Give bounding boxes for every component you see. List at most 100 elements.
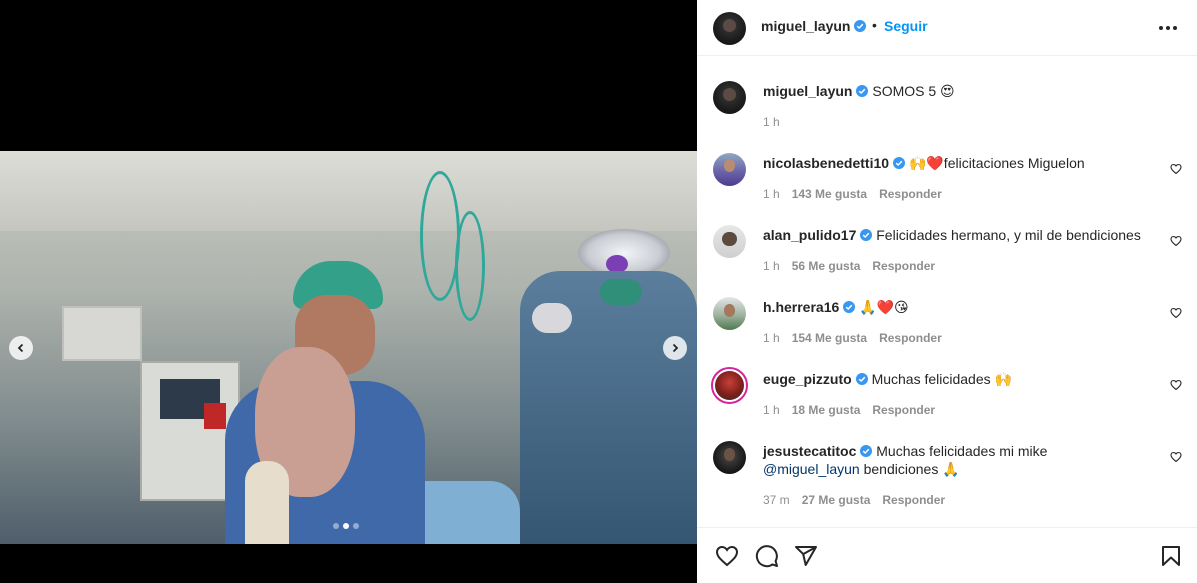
comment-line: jesustecatitoc Muchas felicidades mi mik…	[763, 442, 1047, 460]
comment-username-text: jesustecatitoc	[763, 443, 857, 459]
carousel-next-button[interactable]	[663, 336, 687, 360]
comment-likes[interactable]: 18 Me gusta	[792, 403, 861, 417]
verified-badge-icon	[860, 445, 873, 457]
verified-badge-icon	[855, 373, 868, 385]
comment-time[interactable]: 1 h	[763, 187, 780, 201]
comment-avatar[interactable]	[713, 153, 746, 186]
comment-reply-button[interactable]: Responder	[879, 187, 942, 201]
comment-like-heart-icon[interactable]	[1170, 163, 1182, 175]
verified-badge-icon	[860, 229, 873, 241]
comment-meta: 1 h 143 Me gusta Responder	[763, 187, 942, 201]
follow-button[interactable]: Seguir	[884, 18, 928, 34]
comment-username-text: euge_pizzuto	[763, 371, 852, 387]
photo-ceiling	[0, 151, 697, 231]
post-photo[interactable]	[0, 151, 697, 544]
comment-like-heart-icon[interactable]	[1170, 379, 1182, 391]
comment-like-heart-icon[interactable]	[1170, 235, 1182, 247]
comment-text: 🙌❤️felicitaciones Miguelon	[908, 155, 1085, 171]
comment-line: h.herrera16 🙏❤️😘	[763, 298, 909, 316]
comment-text: Felicidades hermano, y mil de bendicione…	[876, 227, 1141, 243]
verified-badge-icon	[854, 20, 867, 32]
comment-line: nicolasbenedetti10 🙌❤️felicitaciones Mig…	[763, 154, 1085, 172]
comment-time[interactable]: 1 h	[763, 331, 780, 345]
photo-cable	[455, 211, 485, 321]
comments-section: miguel_layun SOMOS 5 😍 1 h nicolasbenede…	[697, 57, 1197, 527]
post-media	[0, 0, 697, 583]
photo-cable	[420, 171, 460, 301]
comment-reply-button[interactable]: Responder	[879, 331, 942, 345]
comment-line-2: @miguel_layun bendiciones 🙏	[763, 460, 960, 478]
comment-line: euge_pizzuto Muchas felicidades 🙌	[763, 370, 1012, 388]
comment-avatar[interactable]	[713, 297, 746, 330]
caption-meta: 1 h	[763, 115, 780, 129]
comment-reply-button[interactable]: Responder	[872, 259, 935, 273]
comment-likes[interactable]: 143 Me gusta	[792, 187, 867, 201]
comment-avatar[interactable]	[713, 441, 746, 474]
caption-avatar[interactable]	[713, 81, 746, 114]
author-username[interactable]: miguel_layun	[761, 18, 867, 34]
paper-plane-icon[interactable]	[794, 544, 818, 568]
comment-likes[interactable]: 154 Me gusta	[792, 331, 867, 345]
comment-meta: 1 h 154 Me gusta Responder	[763, 331, 942, 345]
comment-time[interactable]: 37 m	[763, 493, 790, 507]
post-header: miguel_layun • Seguir	[697, 0, 1197, 56]
photo-wall-panel	[62, 306, 142, 361]
verified-badge-icon	[893, 157, 906, 169]
comment-username[interactable]: h.herrera16	[763, 299, 856, 315]
comment-text: 🙏❤️😘	[859, 299, 909, 315]
carousel-dot-active	[343, 523, 349, 529]
author-username-text: miguel_layun	[761, 18, 851, 34]
comment-mention-link[interactable]: @miguel_layun	[763, 461, 860, 477]
comment-reply-button[interactable]: Responder	[872, 403, 935, 417]
post-action-bar	[697, 527, 1197, 583]
verified-badge-icon	[856, 85, 869, 97]
caption-username[interactable]: miguel_layun	[763, 83, 869, 99]
photo-surgical-team	[520, 271, 697, 544]
caption-time[interactable]: 1 h	[763, 115, 780, 129]
comment-likes[interactable]: 56 Me gusta	[792, 259, 861, 273]
carousel-dot	[333, 523, 339, 529]
photo-team-cap	[532, 303, 572, 333]
comment-username[interactable]: nicolasbenedetti10	[763, 155, 906, 171]
carousel-indicator	[333, 523, 359, 529]
comment-username[interactable]: euge_pizzuto	[763, 371, 868, 387]
comment-like-heart-icon[interactable]	[1170, 451, 1182, 463]
bookmark-icon[interactable]	[1159, 544, 1183, 568]
photo-team-cap	[600, 279, 642, 305]
comment-time[interactable]: 1 h	[763, 259, 780, 273]
photo-glove	[245, 461, 289, 544]
comment-avatar	[715, 371, 744, 400]
comment-like-heart-icon[interactable]	[1170, 307, 1182, 319]
post-side-panel: miguel_layun • Seguir miguel_layun SOMOS…	[697, 0, 1197, 583]
comment-meta: 1 h 56 Me gusta Responder	[763, 259, 935, 273]
caption-line: miguel_layun SOMOS 5 😍	[763, 82, 955, 100]
chevron-left-icon	[17, 343, 24, 353]
comment-avatar-story-ring[interactable]	[711, 367, 748, 404]
caption-username-text: miguel_layun	[763, 83, 853, 99]
comment-avatar[interactable]	[713, 225, 746, 258]
caption-text: SOMOS 5 😍	[872, 83, 955, 99]
chevron-right-icon	[672, 343, 679, 353]
heart-icon[interactable]	[715, 544, 739, 568]
comment-meta: 1 h 18 Me gusta Responder	[763, 403, 935, 417]
more-options-icon[interactable]	[1159, 26, 1177, 30]
comment-icon[interactable]	[755, 544, 779, 568]
comment-username-text: alan_pulido17	[763, 227, 857, 243]
comment-likes[interactable]: 27 Me gusta	[802, 493, 871, 507]
comment-time[interactable]: 1 h	[763, 403, 780, 417]
comment-username-text: nicolasbenedetti10	[763, 155, 890, 171]
comment-username-text: h.herrera16	[763, 299, 840, 315]
verified-badge-icon	[843, 301, 856, 313]
carousel-prev-button[interactable]	[9, 336, 33, 360]
comment-reply-button[interactable]: Responder	[882, 493, 945, 507]
author-avatar[interactable]	[713, 12, 746, 45]
comment-text: Muchas felicidades 🙌	[871, 371, 1012, 387]
carousel-dot	[353, 523, 359, 529]
comment-username[interactable]: alan_pulido17	[763, 227, 873, 243]
comment-text: Muchas felicidades mi mike	[876, 443, 1048, 459]
comment-line: alan_pulido17 Felicidades hermano, y mil…	[763, 226, 1141, 244]
photo-surgeon-with-baby	[205, 261, 425, 544]
comment-meta: 37 m 27 Me gusta Responder	[763, 493, 945, 507]
header-separator: •	[872, 17, 877, 33]
comment-username[interactable]: jesustecatitoc	[763, 443, 873, 459]
